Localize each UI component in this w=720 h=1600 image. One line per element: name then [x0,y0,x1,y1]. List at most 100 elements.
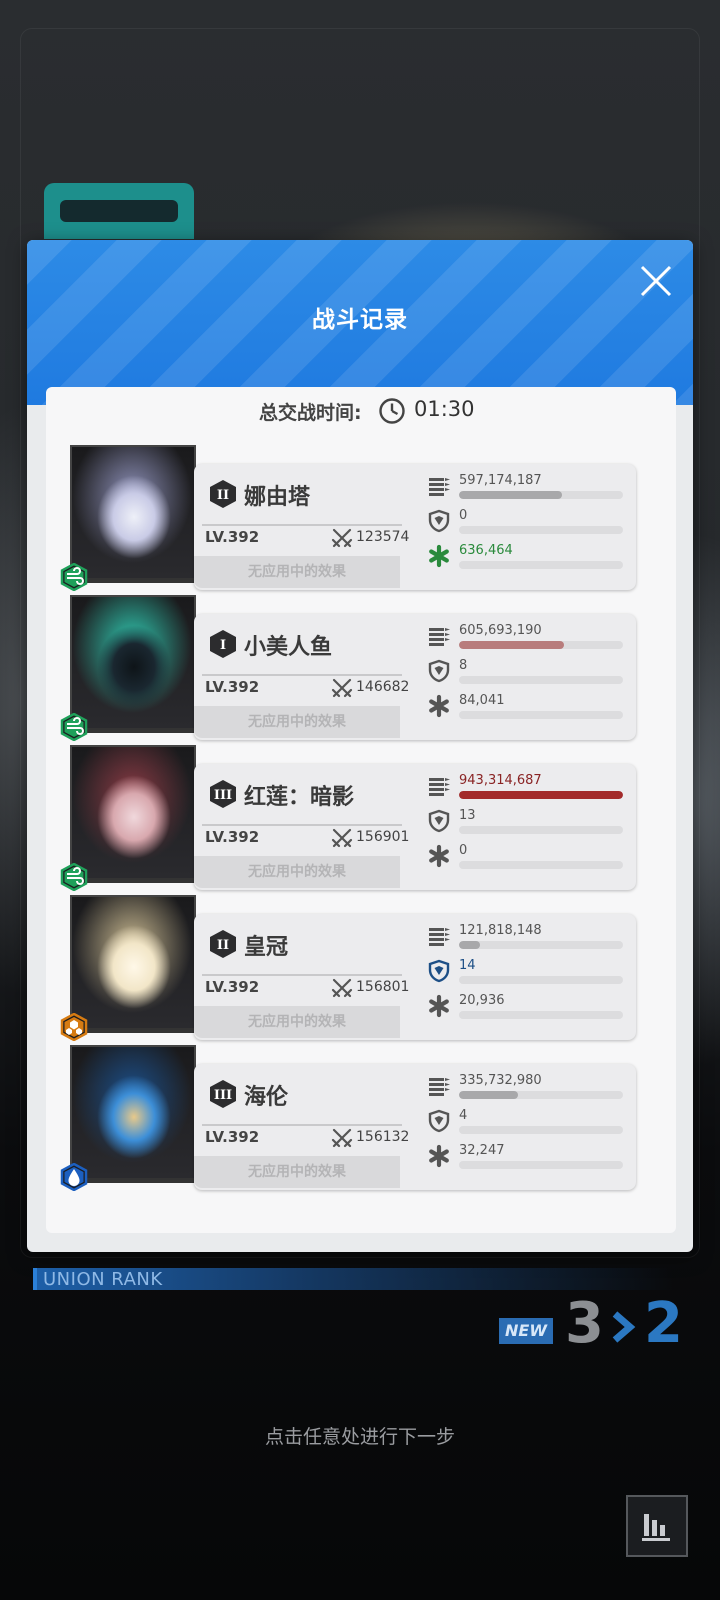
close-button[interactable] [635,260,677,302]
character-portrait [70,445,196,583]
burst-badge-icon: III [210,1080,236,1108]
modal-header: 战斗记录 [27,240,693,405]
crossed-swords-icon [331,678,353,698]
character-info-panel: III 红莲：暗影 LV.392 156901 无应用中的效果 943,314,687 13… [194,764,636,890]
character-info-panel: III 海伦 LV.392 156132 无应用中的效果 335,732,980 4 32,2… [194,1064,636,1190]
shield-stat: 13 [427,808,627,842]
stats-button[interactable] [626,1495,688,1557]
damage-stat: 335,732,980 [427,1073,627,1107]
shield-value: 4 [459,1108,468,1123]
heal-track [459,861,623,869]
heal-track [459,1161,623,1169]
damage-icon [427,1074,451,1098]
water-icon [60,1162,88,1192]
bar-chart-icon [642,1514,670,1541]
damage-bar [459,791,623,799]
heal-stat: 636,464 [427,543,627,577]
battle-record-modal: 战斗记录 总交战时间: 01:30 II 娜由塔 LV.392 123574 无应用中的… [27,240,693,1252]
character-portrait [70,595,196,733]
wind-icon [60,562,88,592]
crossed-swords-icon [331,828,353,848]
damage-track [459,941,623,949]
shield-track [459,976,623,984]
heal-icon [427,844,451,868]
effects-status: 无应用中的效果 [194,1156,400,1188]
character-level: LV.392 [205,678,260,696]
heal-icon [427,544,451,568]
heal-stat: 0 [427,843,627,877]
shield-icon [427,809,451,833]
chevron-right-icon [612,1311,636,1343]
damage-bar [459,491,563,499]
heal-icon [427,994,451,1018]
effects-status: 无应用中的效果 [194,1006,400,1038]
character-name: 海伦 [244,1085,289,1110]
effects-status: 无应用中的效果 [194,706,400,738]
shield-stat: 8 [427,658,627,692]
effects-status: 无应用中的效果 [194,856,400,888]
character-row: II 娜由塔 LV.392 123574 无应用中的效果 597,174,187 0 636,… [60,445,670,595]
burst-badge-icon: I [210,630,236,658]
character-info-panel: II 娜由塔 LV.392 123574 无应用中的效果 597,174,187 0 636,… [194,464,636,590]
character-level: LV.392 [205,1128,260,1146]
crossed-swords-icon [331,978,353,998]
shield-value: 8 [459,658,468,673]
heal-value: 32,247 [459,1143,505,1158]
crossed-swords-icon [331,1128,353,1148]
shield-stat: 14 [427,958,627,992]
burst-level: II [217,938,229,953]
character-portrait [70,1045,196,1183]
shield-value: 14 [459,958,476,973]
damage-value: 943,314,687 [459,773,542,788]
damage-icon [427,924,451,948]
damage-value: 605,693,190 [459,623,542,638]
combat-power: 156132 [356,1129,410,1145]
character-portrait [70,745,196,883]
battle-time-row: 总交战时间: 01:30 [46,395,676,425]
shield-track [459,1126,623,1134]
combat-power: 146682 [356,679,410,695]
continue-hint: 点击任意处进行下一步 [264,1426,455,1448]
union-rank-label: UNION RANK [43,1269,163,1290]
combat-power: 156901 [356,829,410,845]
damage-icon [427,774,451,798]
name-box: II 娜由塔 [202,470,402,526]
burst-level: II [217,488,229,503]
iron-icon [60,1012,88,1042]
heal-stat: 32,247 [427,1143,627,1177]
damage-track [459,791,623,799]
damage-stat: 597,174,187 [427,473,627,507]
damage-icon [427,474,451,498]
wind-icon [60,862,88,892]
damage-stat: 943,314,687 [427,773,627,807]
damage-value: 121,818,148 [459,923,542,938]
name-box: III 红莲：暗影 [202,770,402,826]
character-level: LV.392 [205,828,260,846]
crossed-swords-icon [331,528,353,548]
shield-track [459,826,623,834]
heal-track [459,1011,623,1019]
records-card: 总交战时间: 01:30 II 娜由塔 LV.392 123574 无应用中的效果 597… [46,387,676,1233]
character-level: LV.392 [205,978,260,996]
burst-level: III [214,1088,232,1103]
close-icon [640,265,672,297]
old-rank: 3 [565,1291,604,1356]
character-info-panel: I 小美人鱼 LV.392 146682 无应用中的效果 605,693,190 8 84,0… [194,614,636,740]
new-badge: NEW [499,1318,553,1344]
shield-icon [427,959,451,983]
burst-badge-icon: III [210,780,236,808]
damage-value: 335,732,980 [459,1073,542,1088]
damage-bar [459,1091,519,1099]
heal-stat: 20,936 [427,993,627,1027]
battle-time-value: 01:30 [414,397,475,421]
character-row: I 小美人鱼 LV.392 146682 无应用中的效果 605,693,190 8 84,0… [60,595,670,745]
name-box: III 海伦 [202,1070,402,1126]
clock-icon [379,398,405,424]
heal-icon [427,1144,451,1168]
burst-badge-icon: II [210,930,236,958]
burst-level: I [220,638,226,653]
character-level: LV.392 [205,528,260,546]
heal-value: 0 [459,843,468,858]
damage-bar [459,941,481,949]
shield-icon [427,659,451,683]
